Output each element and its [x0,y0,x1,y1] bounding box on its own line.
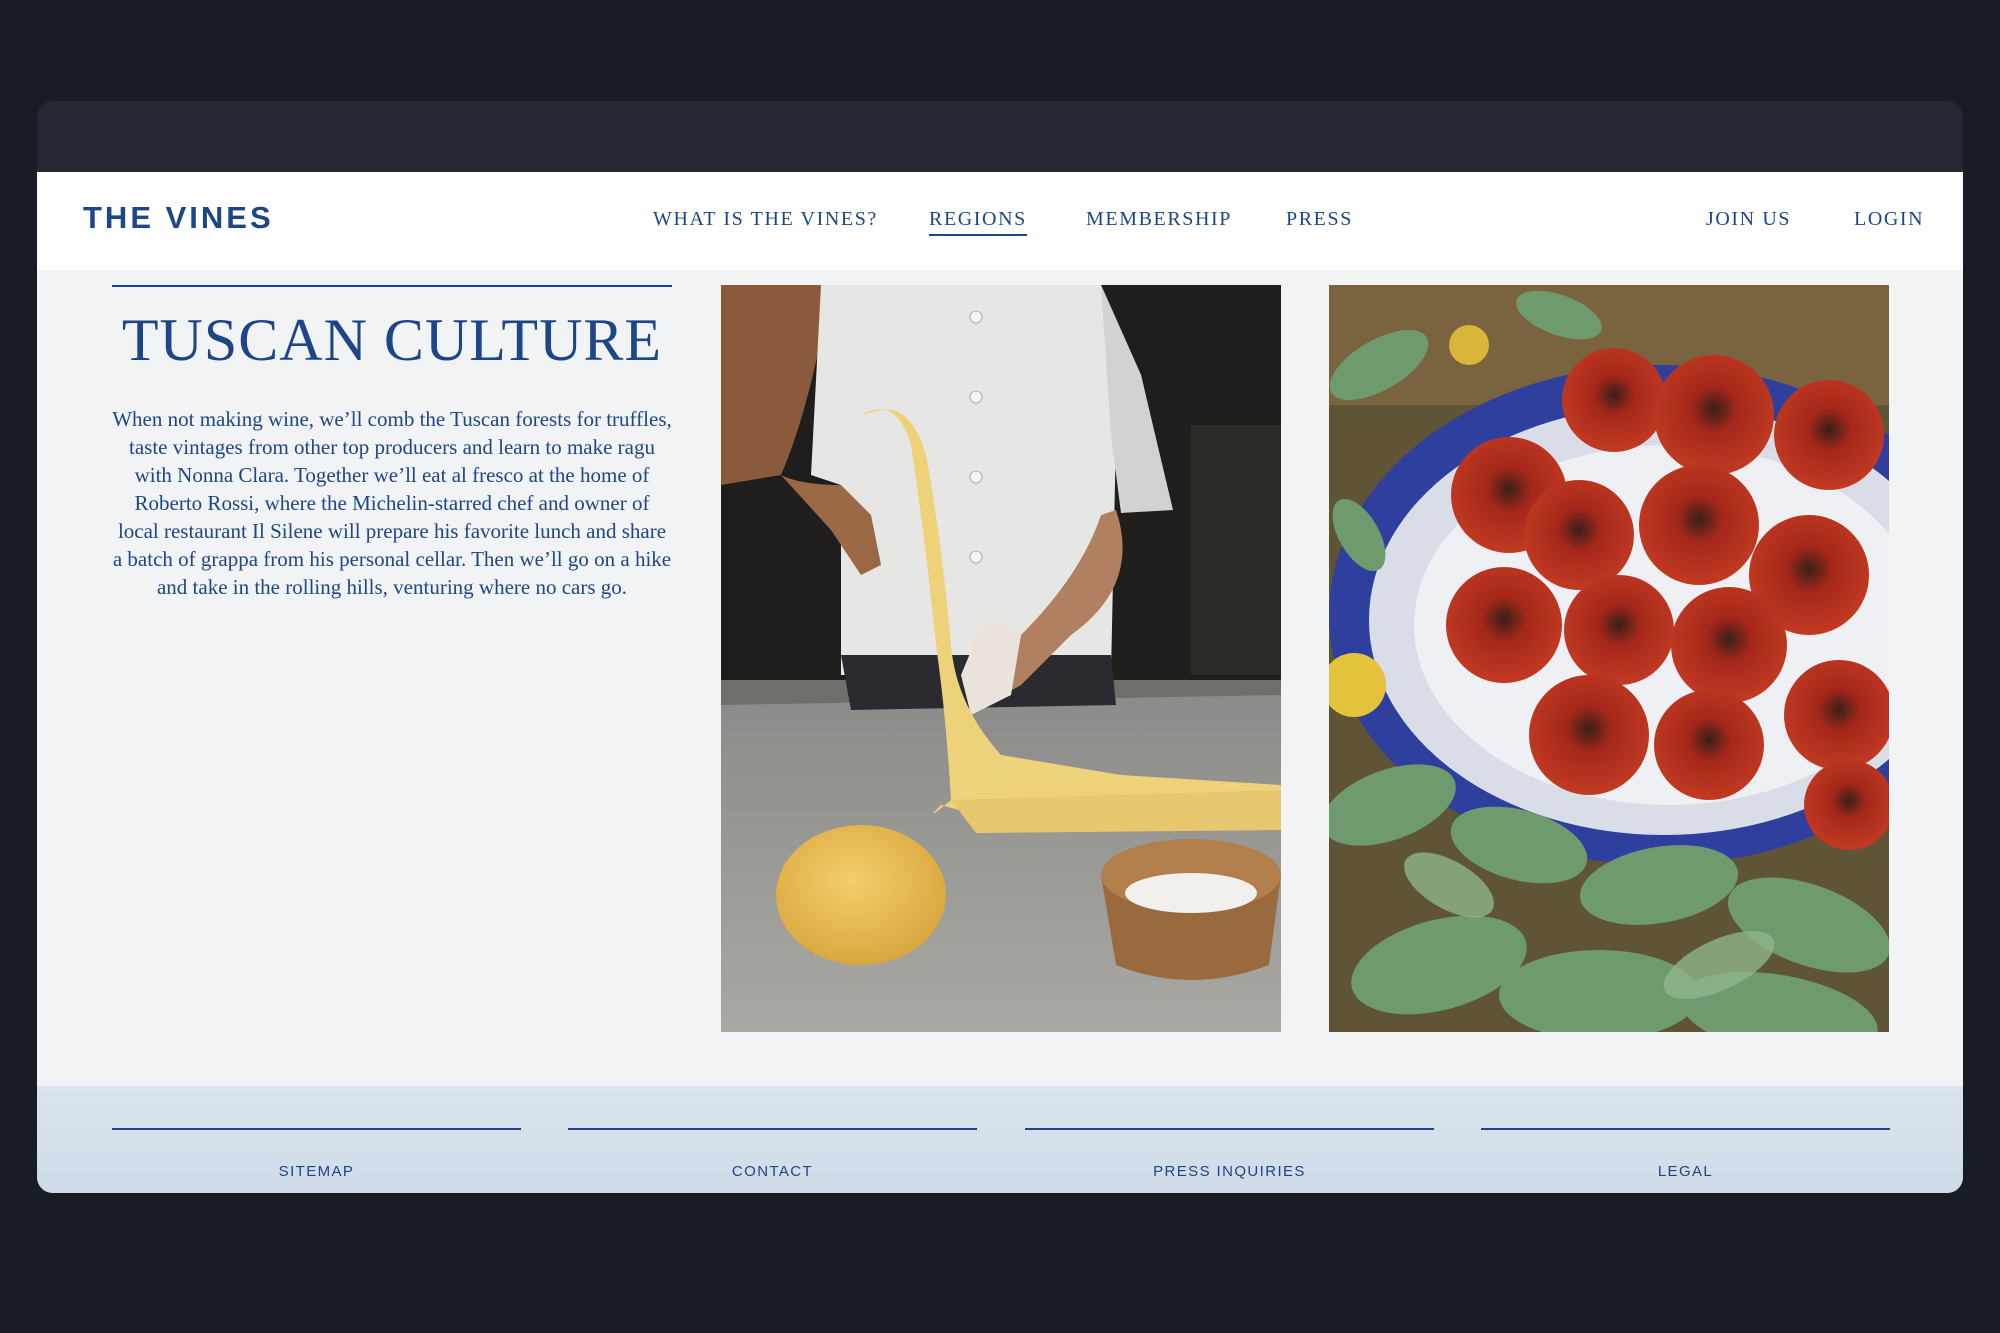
footer-col-legal: LEGAL [1481,1128,1890,1180]
footer-col-press: PRESS INQUIRIES [1025,1128,1434,1180]
footer-divider [112,1128,521,1130]
section-body: When not making wine, we’ll comb the Tus… [112,407,672,599]
footer-sitemap-link[interactable]: SITEMAP [112,1163,521,1180]
footer-divider [1025,1128,1434,1130]
footer-press-inquiries-link[interactable]: PRESS INQUIRIES [1025,1163,1434,1180]
nav-what-is-the-vines[interactable]: WHAT IS THE VINES? [653,208,878,231]
section-divider [112,285,672,287]
site-logo[interactable]: THE VINES [83,200,274,236]
site-header: THE VINES WHAT IS THE VINES? REGIONS MEM… [37,172,1963,270]
footer-legal-link[interactable]: LEGAL [1481,1163,1890,1180]
login-link[interactable]: LOGIN [1854,208,1924,231]
culture-text-column: TUSCAN CULTURE When not making wine, we’… [112,285,672,601]
join-us-link[interactable]: JOIN US [1706,208,1791,231]
roasted-tomatoes-photo [1329,285,1889,1032]
window-top-bar [37,101,1963,172]
footer-divider [568,1128,977,1130]
footer-contact-link[interactable]: CONTACT [568,1163,977,1180]
nav-membership[interactable]: MEMBERSHIP [1086,208,1232,231]
footer-divider [1481,1128,1890,1130]
section-title: TUSCAN CULTURE [121,307,663,373]
browser-window: THE VINES WHAT IS THE VINES? REGIONS MEM… [37,101,1963,1193]
footer-col-sitemap: SITEMAP [112,1128,521,1180]
nav-regions[interactable]: REGIONS [929,208,1027,236]
website: THE VINES WHAT IS THE VINES? REGIONS MEM… [37,172,1963,1193]
site-footer: SITEMAP CONTACT PRESS INQUIRIES LEGAL [37,1086,1963,1193]
pasta-chef-photo [721,285,1281,1032]
nav-press[interactable]: PRESS [1286,208,1353,231]
footer-col-contact: CONTACT [568,1128,977,1180]
